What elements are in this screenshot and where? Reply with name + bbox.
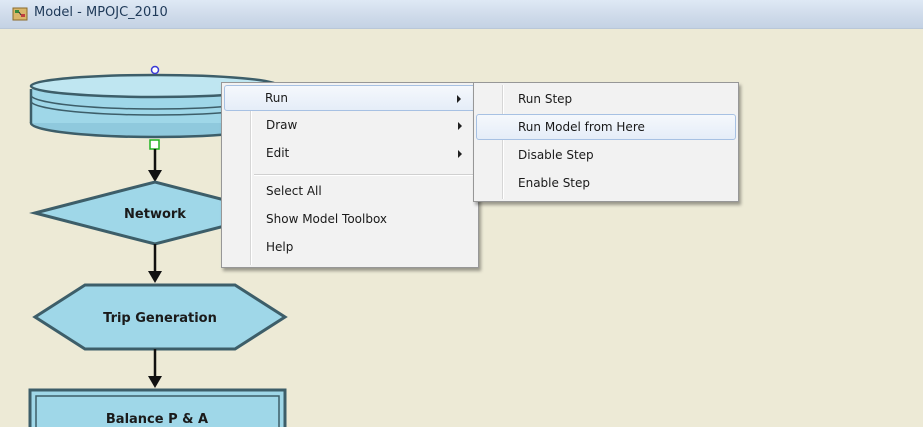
window-title: Model - MPOJC_2010 bbox=[34, 5, 168, 20]
run-submenu: Run Step Run Model from Here Disable Ste… bbox=[473, 82, 739, 202]
menu-item-enable-step-label: Enable Step bbox=[518, 176, 591, 190]
connector-handle-bottom[interactable] bbox=[149, 139, 160, 150]
menu-item-help-label: Help bbox=[266, 240, 294, 254]
connector-handle-top[interactable] bbox=[150, 65, 160, 75]
menu-item-select-all-label: Select All bbox=[266, 184, 322, 198]
menu-item-help[interactable]: Help bbox=[224, 235, 476, 261]
menu-item-select-all[interactable]: Select All bbox=[224, 179, 476, 205]
menu-item-run-model-from-here[interactable]: Run Model from Here bbox=[476, 114, 736, 140]
menu-item-draw[interactable]: Draw bbox=[224, 113, 476, 139]
flow-arrow bbox=[148, 244, 162, 283]
submenu-arrow-icon bbox=[458, 150, 462, 158]
menu-item-run-model-from-here-label: Run Model from Here bbox=[518, 120, 645, 134]
submenu-arrow-icon bbox=[458, 122, 462, 130]
menu-item-run[interactable]: Run bbox=[224, 85, 476, 111]
menu-item-disable-step-label: Disable Step bbox=[518, 148, 594, 162]
flow-node-balance-pa-label: Balance P & A bbox=[106, 412, 208, 427]
model-app-icon bbox=[12, 7, 28, 21]
menu-item-enable-step[interactable]: Enable Step bbox=[476, 171, 736, 197]
menu-item-run-label: Run bbox=[265, 91, 289, 105]
menu-item-show-model-toolbox-label: Show Model Toolbox bbox=[266, 212, 388, 226]
menu-item-edit[interactable]: Edit bbox=[224, 141, 476, 167]
menu-item-show-model-toolbox[interactable]: Show Model Toolbox bbox=[224, 207, 476, 233]
menu-item-run-step[interactable]: Run Step bbox=[476, 87, 736, 113]
menu-item-edit-label: Edit bbox=[266, 146, 290, 160]
flow-node-trip-generation-label: Trip Generation bbox=[103, 311, 217, 326]
menu-separator bbox=[254, 174, 474, 176]
menu-item-disable-step[interactable]: Disable Step bbox=[476, 143, 736, 169]
flow-node-balance-pa[interactable]: Balance P & A bbox=[28, 388, 287, 427]
flow-node-trip-generation[interactable]: Trip Generation bbox=[32, 283, 288, 351]
window-titlebar: Model - MPOJC_2010 bbox=[0, 0, 923, 29]
context-menu: Run Draw Edit Select All Show Model Tool… bbox=[221, 82, 479, 268]
flow-arrow bbox=[148, 149, 162, 182]
flow-node-network-label: Network bbox=[124, 207, 186, 222]
menu-item-run-step-label: Run Step bbox=[518, 92, 573, 106]
flow-arrow bbox=[148, 349, 162, 388]
menu-item-draw-label: Draw bbox=[266, 118, 298, 132]
submenu-arrow-icon bbox=[457, 95, 461, 103]
